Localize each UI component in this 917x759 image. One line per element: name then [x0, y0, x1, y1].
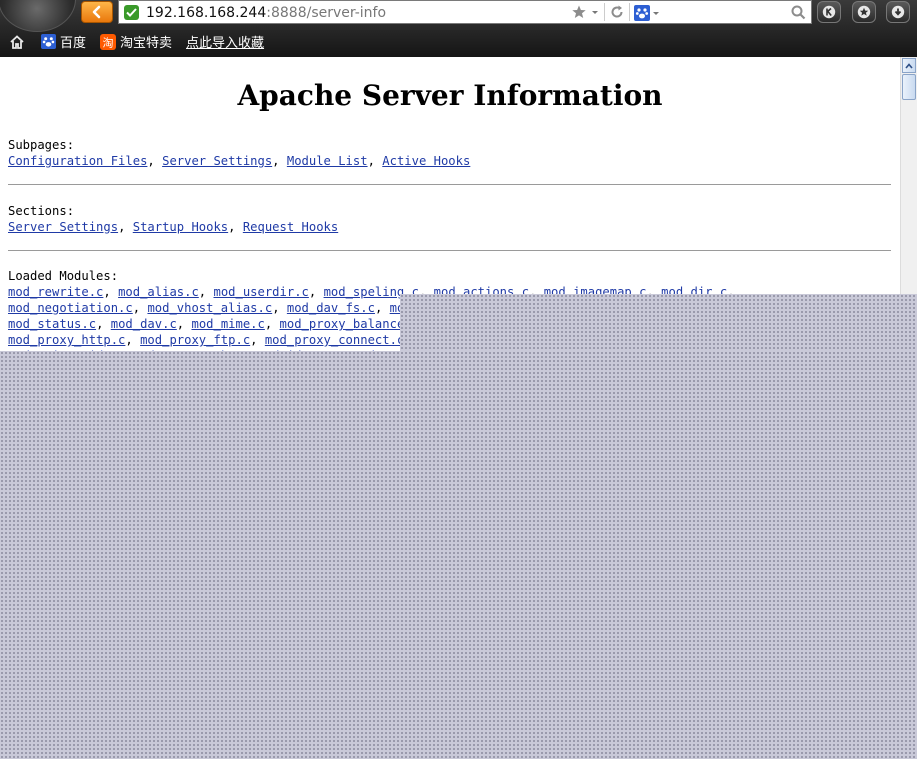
link-server-settings-section[interactable]: Server Settings — [8, 220, 118, 234]
module-link[interactable]: mod_dav.c — [111, 317, 177, 331]
k-extension-button[interactable] — [817, 1, 841, 23]
verified-check-icon — [124, 5, 139, 20]
subpages-heading: Subpages: — [8, 138, 75, 152]
chevron-left-icon — [92, 5, 101, 19]
module-link[interactable]: mod_proxy_http.c — [8, 333, 125, 347]
divider — [629, 3, 630, 21]
redaction-overlay — [0, 351, 917, 759]
module-link[interactable]: mod_alias.c — [118, 285, 199, 299]
module-link[interactable]: mod_dav_fs.c — [287, 301, 375, 315]
subpages-links: Configuration Files, Server Settings, Mo… — [8, 154, 471, 168]
back-button[interactable] — [81, 1, 113, 23]
svg-text:淘: 淘 — [103, 36, 114, 49]
module-link[interactable]: mod_proxy_connect.c — [265, 333, 404, 347]
sections-section: Sections: Server Settings, Startup Hooks… — [8, 203, 338, 235]
url-text[interactable]: 192.168.168.244:8888/server-info — [146, 4, 386, 22]
link-server-settings[interactable]: Server Settings — [162, 154, 272, 168]
bookmark-baidu[interactable]: 百度 — [41, 32, 86, 51]
module-link[interactable]: mod_negotiation.c — [8, 301, 133, 315]
url-host: 192.168.168.244 — [146, 5, 267, 21]
module-link[interactable]: mod_mime.c — [191, 317, 264, 331]
sections-heading: Sections: — [8, 204, 75, 218]
bookmark-label: 淘宝特卖 — [120, 36, 173, 51]
taobao-icon: 淘 — [100, 33, 117, 50]
browser-toolbar: 192.168.168.244:8888/server-info 百度 淘 淘宝… — [0, 0, 917, 57]
chevron-up-icon — [905, 62, 913, 69]
download-icon — [891, 5, 905, 19]
sections-links: Server Settings, Startup Hooks, Request … — [8, 220, 339, 234]
link-active-hooks[interactable]: Active Hooks — [382, 154, 470, 168]
link-module-list[interactable]: Module List — [287, 154, 368, 168]
bookmarks-bar: 百度 淘 淘宝特卖 点此导入收藏 — [0, 26, 917, 57]
module-link[interactable]: mod_rewrite.c — [8, 285, 103, 299]
link-request-hooks[interactable]: Request Hooks — [243, 220, 338, 234]
paw-icon — [41, 34, 56, 49]
scroll-up-button[interactable] — [902, 58, 916, 73]
link-configuration-files[interactable]: Configuration Files — [8, 154, 147, 168]
module-link[interactable]: mod_vhost_alias.c — [147, 301, 272, 315]
module-link[interactable]: mod_status.c — [8, 317, 96, 331]
module-link[interactable]: mod_userdir.c — [213, 285, 308, 299]
address-bar[interactable]: 192.168.168.244:8888/server-info — [118, 0, 812, 24]
search-icon[interactable] — [791, 5, 806, 20]
bookmark-star-icon[interactable] — [571, 4, 587, 20]
favorites-button[interactable] — [852, 1, 876, 23]
url-path: :8888/server-info — [266, 5, 387, 21]
bookmark-label: 百度 — [60, 36, 87, 51]
star-icon — [857, 5, 871, 19]
download-button[interactable] — [886, 1, 910, 23]
k-icon — [822, 5, 836, 19]
search-engine-box[interactable] — [634, 2, 661, 24]
page-title: Apache Server Information — [237, 79, 663, 112]
url-actions — [571, 1, 634, 23]
import-bookmarks-link[interactable]: 点此导入收藏 — [186, 32, 264, 51]
dropdown-arrow-icon[interactable] — [590, 4, 600, 20]
divider — [8, 250, 891, 251]
reload-icon[interactable] — [609, 4, 625, 20]
link-startup-hooks[interactable]: Startup Hooks — [133, 220, 228, 234]
bookmark-taobao[interactable]: 淘 淘宝特卖 — [100, 32, 172, 51]
loaded-modules-heading: Loaded Modules: — [8, 269, 119, 283]
redaction-overlay — [400, 294, 917, 351]
home-icon[interactable] — [9, 34, 25, 50]
scroll-thumb[interactable] — [902, 74, 916, 100]
paw-icon[interactable] — [634, 5, 650, 21]
subpages-section: Subpages: Configuration Files, Server Se… — [8, 137, 470, 169]
divider — [604, 3, 605, 21]
divider — [8, 184, 891, 185]
dropdown-arrow-icon[interactable] — [651, 5, 661, 21]
module-link[interactable]: mod_proxy_ftp.c — [140, 333, 250, 347]
